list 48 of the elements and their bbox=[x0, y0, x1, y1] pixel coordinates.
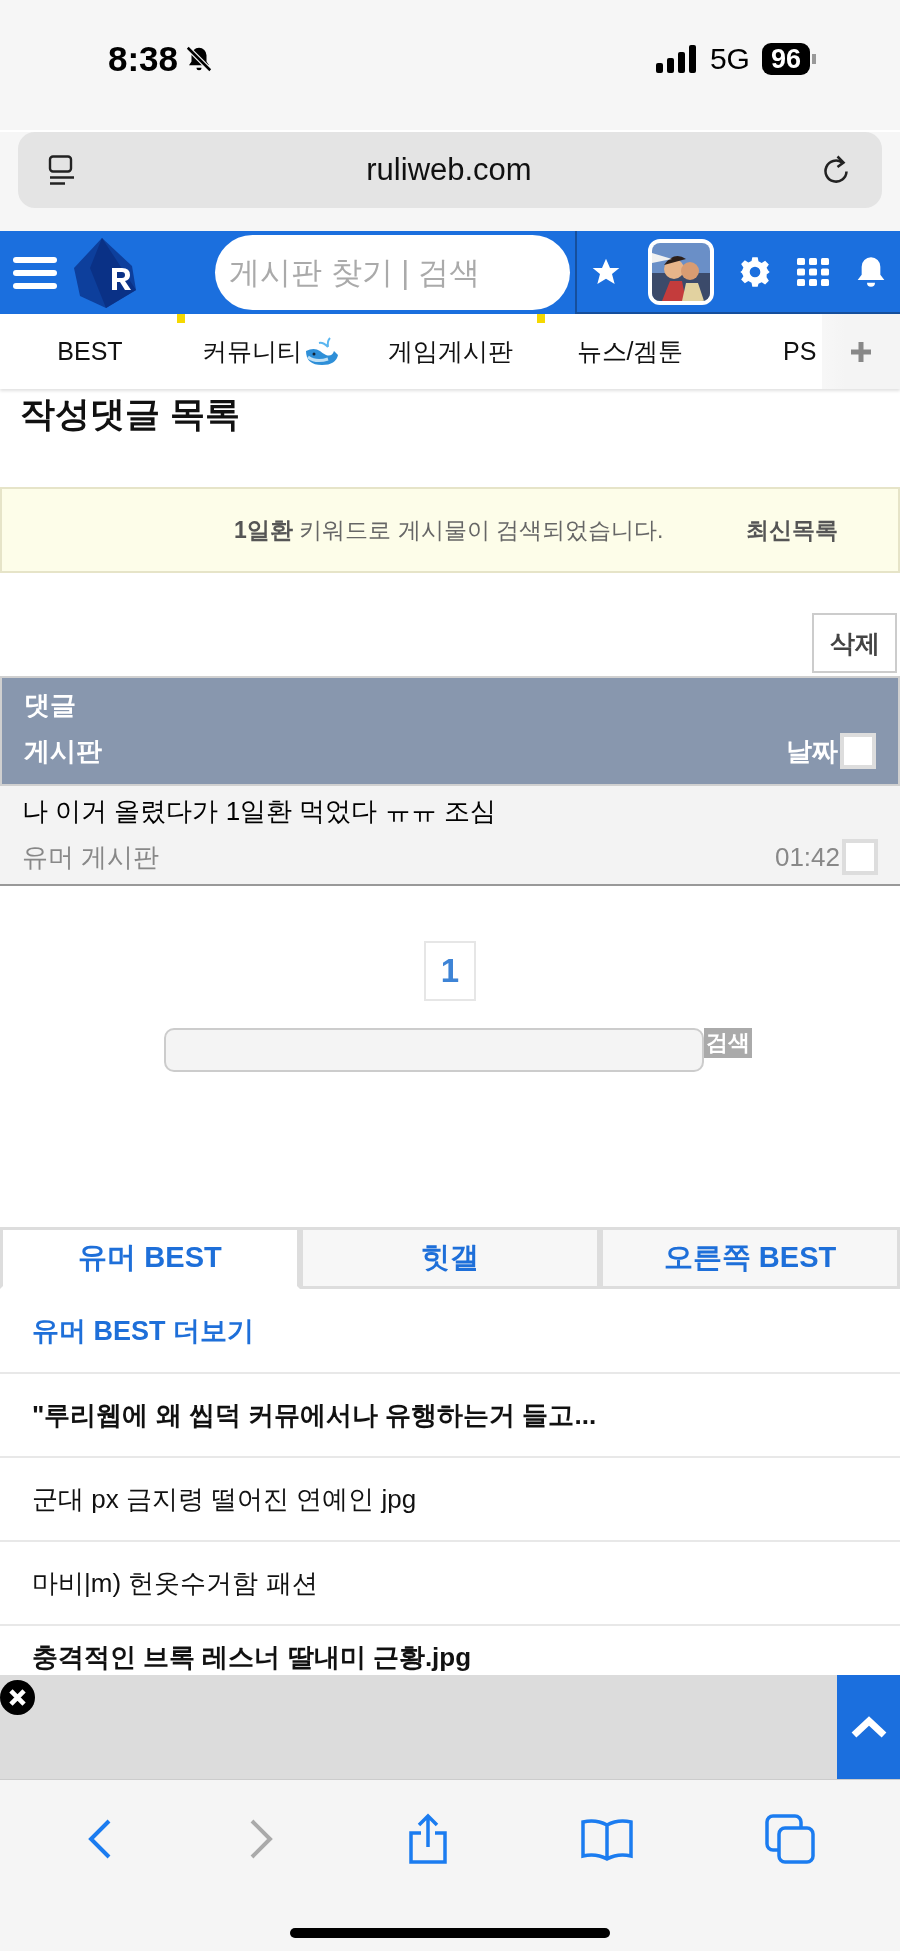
grid-icon[interactable] bbox=[797, 257, 830, 286]
nav-tab[interactable]: 커뮤니티 bbox=[202, 335, 302, 368]
signal-icon bbox=[655, 45, 698, 73]
scroll-top-button[interactable] bbox=[837, 1675, 900, 1779]
tab[interactable]: 오른쪽 BEST bbox=[600, 1227, 900, 1289]
tab[interactable]: 힛갤 bbox=[300, 1227, 600, 1289]
board-name: 유머 게시판 bbox=[22, 840, 160, 874]
battery-tip-icon bbox=[812, 54, 816, 64]
row-checkbox[interactable] bbox=[842, 839, 878, 875]
battery-level: 96 bbox=[761, 43, 810, 75]
nav-tab[interactable]: BEST bbox=[57, 337, 123, 366]
column-header: 게시판 bbox=[24, 734, 102, 768]
page-title: 작성댓글 목록 bbox=[19, 393, 241, 435]
menu-icon[interactable] bbox=[13, 254, 57, 291]
book-icon[interactable] bbox=[580, 1817, 635, 1861]
whale-icon bbox=[304, 336, 338, 367]
add-tab-button[interactable] bbox=[822, 314, 900, 389]
tabs-icon[interactable] bbox=[764, 1814, 815, 1864]
network-label: 5G bbox=[709, 42, 750, 76]
settings-icon[interactable] bbox=[739, 255, 772, 288]
new-mark bbox=[537, 314, 545, 323]
tab[interactable]: 유머 BEST bbox=[0, 1227, 300, 1289]
avatar[interactable] bbox=[647, 238, 714, 305]
comment-text[interactable]: 나 이거 올렸다가 1일환 먹었다 ㅠㅠ 조심 bbox=[22, 796, 496, 826]
column-header: 댓글 bbox=[24, 690, 76, 720]
comment-row[interactable]: 나 이거 올렸다가 1일환 먹었다 ㅠㅠ 조심 유머 게시판 01:42 bbox=[0, 786, 900, 886]
column-header: 날짜 bbox=[786, 734, 838, 768]
search-field[interactable]: 게시판 찾기 | 검색 bbox=[215, 235, 570, 310]
post-title-link[interactable]: "루리웹에 왜 씹덕 커뮤에서나 유행하는거 들고... bbox=[32, 1397, 597, 1433]
nav-tab[interactable]: 게임게시판 bbox=[387, 335, 513, 368]
post-title-link[interactable]: 군대 px 금지령 떨어진 연예인 jpg bbox=[32, 1481, 417, 1517]
post-title-link[interactable]: 충격적인 브록 레스너 딸내미 근황.jpg bbox=[32, 1640, 472, 1675]
plus-icon bbox=[849, 339, 873, 364]
post-title-link[interactable]: 마비|m) 헌옷수거함 패션 bbox=[32, 1565, 318, 1601]
close-icon[interactable] bbox=[0, 1680, 35, 1715]
comment-time: 01:42 bbox=[774, 841, 840, 873]
notice-text: 1일환 키워드로 게시물이 검색되었습니다. bbox=[234, 515, 664, 545]
chevron-up-icon bbox=[849, 1715, 888, 1739]
clock-time: 8:38 bbox=[108, 39, 179, 79]
more-link[interactable]: 유머 BEST 더보기 bbox=[32, 1312, 254, 1349]
new-mark bbox=[177, 314, 185, 323]
nav-tab[interactable]: 뉴스/겜툰 bbox=[576, 335, 684, 368]
delete-button[interactable]: 삭제 bbox=[812, 613, 897, 673]
latest-list-link[interactable]: 최신목록 bbox=[746, 514, 838, 546]
nav-tab[interactable]: PS bbox=[783, 337, 817, 366]
select-all-checkbox[interactable] bbox=[840, 733, 876, 769]
search-field[interactable] bbox=[164, 1028, 704, 1072]
page-button[interactable]: 1 bbox=[424, 941, 476, 1001]
